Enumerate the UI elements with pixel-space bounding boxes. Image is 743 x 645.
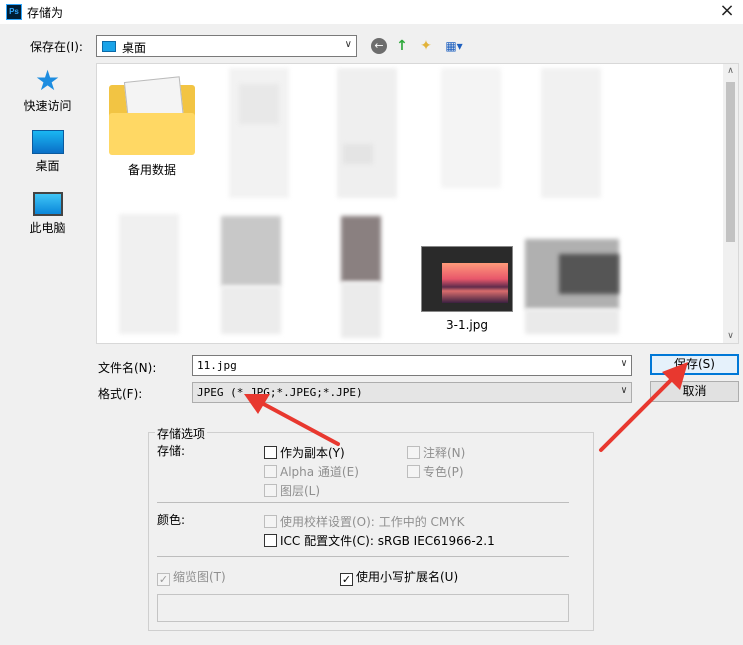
file-name: 3-1.jpg <box>446 318 488 332</box>
blurred-thumbnail <box>221 216 281 286</box>
title-bar <box>0 0 743 24</box>
photoshop-icon: Ps <box>6 4 22 20</box>
place-this-pc[interactable]: 此电脑 <box>17 192 78 236</box>
blurred-thumbnail <box>559 254 619 294</box>
blurred-file-item <box>525 309 619 334</box>
chevron-down-icon: ∨ <box>344 39 352 50</box>
lowercase-extension-checkbox[interactable]: ✓ 使用小写扩展名(U) <box>340 568 458 586</box>
checkmark-icon: ✓ <box>157 573 170 586</box>
location-label: 保存在(I): <box>30 40 83 54</box>
icc-value: sRGB IEC61966-2.1 <box>377 534 495 548</box>
file-item-folder[interactable]: 备用数据 <box>102 76 202 178</box>
icc-label: ICC 配置文件(C): <box>280 534 374 548</box>
blurred-file-item <box>119 214 179 334</box>
description-box <box>157 594 569 622</box>
folder-icon <box>109 76 195 155</box>
save-options-legend: 存储选项 <box>155 425 208 442</box>
filename-label: 文件名(N): <box>98 361 157 375</box>
filename-input[interactable]: 11.jpg ∨ <box>192 355 632 376</box>
image-thumbnail <box>421 246 513 312</box>
place-label: 快速访问 <box>23 99 72 113</box>
desktop-folder-icon <box>102 41 116 52</box>
blurred-file-item <box>337 68 397 198</box>
spot-label: 专色(P) <box>423 465 464 479</box>
blurred-file-item <box>221 286 281 334</box>
alpha-label: Alpha 通道(E) <box>280 465 359 479</box>
file-item-image[interactable]: 3-1.jpg <box>417 246 517 332</box>
blurred-file-item <box>441 68 501 188</box>
checkbox-box[interactable] <box>264 534 277 547</box>
places-bar: ★ 快速访问 桌面 此电脑 <box>17 60 78 418</box>
divider <box>157 556 569 557</box>
chevron-down-icon: ∨ <box>620 385 627 396</box>
blurred-thumbnail <box>341 216 381 282</box>
scroll-down-icon[interactable]: ∨ <box>724 331 737 341</box>
proof-value: 工作中的 CMYK <box>378 515 465 529</box>
desktop-icon <box>31 130 64 154</box>
checkbox-box[interactable] <box>264 446 277 459</box>
place-desktop[interactable]: 桌面 <box>17 130 78 174</box>
proof-label: 使用校样设置(O): <box>280 515 375 529</box>
as-copy-label: 作为副本(Y) <box>280 446 345 460</box>
view-menu-button[interactable]: ▦▾ <box>441 37 467 55</box>
checkbox-box <box>407 465 420 478</box>
checkbox-box <box>407 446 420 459</box>
close-button[interactable]: × <box>715 0 739 24</box>
new-folder-button[interactable]: ✦ <box>417 37 435 55</box>
save-button[interactable]: 保存(S) <box>650 354 739 375</box>
vertical-scrollbar[interactable]: ∧ ∨ <box>723 64 738 343</box>
checkbox-box <box>264 465 277 478</box>
layers-label: 图层(L) <box>280 484 321 498</box>
save-label: 存储: <box>157 444 186 458</box>
thumbnail-checkbox: ✓ 缩览图(T) <box>157 568 226 586</box>
divider <box>157 502 569 503</box>
notes-label: 注释(N) <box>423 446 466 460</box>
chevron-down-icon[interactable]: ∨ <box>621 358 627 369</box>
file-list[interactable]: 备用数据 3-1.jpg ∧ ∨ <box>96 63 739 344</box>
scrollbar-thumb[interactable] <box>726 82 735 242</box>
file-name: 备用数据 <box>127 163 176 177</box>
checkmark-icon[interactable]: ✓ <box>340 573 353 586</box>
alpha-checkbox: Alpha 通道(E) <box>264 463 359 480</box>
place-quick-access[interactable]: ★ 快速访问 <box>17 64 78 114</box>
format-select[interactable]: JPEG (*.JPG;*.JPEG;*.JPE) ∨ <box>192 382 632 403</box>
checkbox-box <box>264 515 277 528</box>
star-icon: ★ <box>34 64 61 97</box>
thumbnail-label: 缩览图(T) <box>173 570 226 584</box>
up-folder-button[interactable]: ↑ <box>393 37 411 55</box>
checkbox-box <box>264 484 277 497</box>
color-label: 颜色: <box>157 513 186 527</box>
blurred-thumbnail <box>343 144 373 164</box>
blurred-thumbnail <box>239 84 279 124</box>
blurred-file-item <box>341 282 381 338</box>
icc-checkbox[interactable]: ICC 配置文件(C): sRGB IEC61966-2.1 <box>264 532 495 549</box>
notes-checkbox: 注释(N) <box>407 444 465 461</box>
computer-icon <box>32 192 63 216</box>
as-copy-checkbox[interactable]: 作为副本(Y) <box>264 444 345 461</box>
format-value: JPEG (*.JPG;*.JPEG;*.JPE) <box>197 386 363 399</box>
place-label: 此电脑 <box>29 221 66 235</box>
window-title: 存储为 <box>27 6 64 20</box>
cancel-button[interactable]: 取消 <box>650 381 739 402</box>
place-label: 桌面 <box>35 159 60 173</box>
lowercase-label: 使用小写扩展名(U) <box>356 570 459 584</box>
proof-checkbox: 使用校样设置(O): 工作中的 CMYK <box>264 513 464 530</box>
location-value: 桌面 <box>122 41 147 55</box>
format-label: 格式(F): <box>98 387 143 401</box>
back-button[interactable]: ← <box>371 38 387 54</box>
layers-checkbox: 图层(L) <box>264 482 320 499</box>
scroll-up-icon[interactable]: ∧ <box>724 66 737 76</box>
location-select[interactable]: 桌面 ∨ <box>96 35 357 57</box>
spot-checkbox: 专色(P) <box>407 463 464 480</box>
filename-value: 11.jpg <box>197 359 237 372</box>
blurred-file-item <box>541 68 601 198</box>
